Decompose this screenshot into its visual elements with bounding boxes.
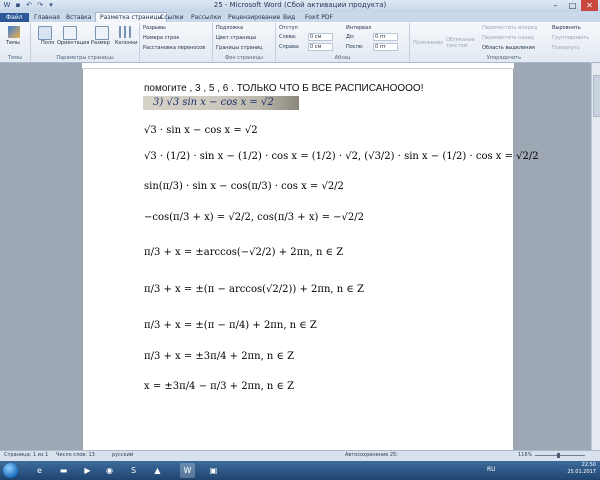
autosave-status: Автосохранение 25: <box>345 452 398 458</box>
rotate-button[interactable]: Повернуть <box>552 45 580 51</box>
tab-mailings[interactable]: Рассылки <box>191 13 221 22</box>
ribbon-tabs: Файл Главная Вставка Разметка страницы С… <box>0 12 600 23</box>
equation-line: √3 · sin x − cos x = √2 <box>144 125 258 136</box>
question-text: помогите , 3 , 5 , 6 . ТОЛЬКО ЧТО Б ВСЕ … <box>144 83 424 94</box>
hyphenation-button[interactable]: Расстановка переносов <box>143 45 205 51</box>
handwritten-photo: 3) √3 sin x − cos x = √2 <box>143 96 299 110</box>
vertical-scrollbar[interactable] <box>591 63 600 450</box>
taskbar: e ▬ ▶ ◉ S ▲ W ▣ RU 22:50 25.01.2017 <box>0 461 600 480</box>
language-indicator[interactable]: русский <box>112 452 133 458</box>
equation-line: −cos(π/3 + x) = √2/2, cos(π/3 + x) = −√2… <box>144 212 364 223</box>
columns-button[interactable]: Колонки <box>115 40 137 46</box>
orientation-button[interactable]: Ориентация <box>57 40 89 46</box>
background-group: Подложка Цвет страницы Границы страниц Ф… <box>213 23 276 61</box>
media-player-icon[interactable]: ▶ <box>80 463 95 478</box>
ribbon: Темы Темы Поля Ориентация Размер Колонки… <box>0 22 600 63</box>
indent-right-input[interactable]: 0 см <box>308 43 333 51</box>
tab-insert[interactable]: Вставка <box>66 13 91 22</box>
indent-left-input[interactable]: 0 см <box>308 33 333 41</box>
page-setup-group-2: Разрывы Номера строк Расстановка перенос… <box>140 23 213 61</box>
equation-line: x = ±3π/4 − π/3 + 2πn, n ∈ Z <box>144 381 295 392</box>
start-button[interactable] <box>3 463 18 478</box>
spacing-before-label: До: <box>346 34 355 40</box>
clock-time: 22:50 <box>581 462 596 468</box>
chrome-icon[interactable]: ◉ <box>102 463 117 478</box>
equation-line: √3 · (1/2) · sin x − (1/2) · cos x = (1/… <box>144 151 539 162</box>
spacing-after-label: После: <box>346 44 364 50</box>
skype-icon[interactable]: S <box>126 463 141 478</box>
group-label-themes: Темы <box>8 55 22 61</box>
group-label-page-setup: Параметры страницы <box>56 55 114 61</box>
close-button[interactable]: ✕ <box>581 0 598 11</box>
tab-references[interactable]: Ссылки <box>160 13 184 22</box>
page-borders-button[interactable]: Границы страниц <box>216 45 263 51</box>
spacing-label: Интервал <box>346 25 372 31</box>
keyboard-language[interactable]: RU <box>487 466 496 473</box>
document-area: помогите , 3 , 5 , 6 . ТОЛЬКО ЧТО Б ВСЕ … <box>0 63 592 450</box>
app2-icon[interactable]: ▣ <box>206 463 221 478</box>
tab-view[interactable]: Вид <box>283 13 295 22</box>
themes-button[interactable]: Темы <box>6 40 20 46</box>
page-count[interactable]: Страница: 1 из 1 <box>4 452 48 458</box>
margins-button[interactable]: Поля <box>41 40 54 46</box>
breaks-button[interactable]: Разрывы <box>143 25 166 31</box>
window-title: 25 - Microsoft Word (Сбой активации прод… <box>213 1 387 9</box>
equation-line: sin(π/3) · sin x − cos(π/3) · cos x = √2… <box>144 181 344 192</box>
ie-icon[interactable]: e <box>32 463 47 478</box>
minimize-button[interactable]: – <box>547 0 564 11</box>
zoom-level[interactable]: 116% <box>518 452 532 458</box>
maximize-button[interactable]: □ <box>564 0 581 11</box>
spacing-after-input[interactable]: 0 пт <box>373 43 398 51</box>
tab-file[interactable]: Файл <box>0 13 29 22</box>
zoom-slider[interactable] <box>535 455 585 456</box>
wrap-text-button[interactable]: Обтекание текстом <box>446 37 476 49</box>
word-taskbar-icon[interactable]: W <box>180 463 195 478</box>
app-icon[interactable]: ▲ <box>150 463 165 478</box>
tab-foxit[interactable]: Foxit PDF <box>305 13 333 22</box>
folder-icon[interactable]: ▬ <box>56 463 71 478</box>
equation-line: π/3 + x = ±3π/4 + 2πn, n ∈ Z <box>144 351 295 362</box>
margins-icon[interactable] <box>38 26 52 40</box>
tab-review[interactable]: Рецензирование <box>228 13 280 22</box>
themes-group: Темы Темы <box>0 23 31 61</box>
equation-line: π/3 + x = ±(π − π/4) + 2πn, n ∈ Z <box>144 320 317 331</box>
equation-line: π/3 + x = ±arccos(−√2/2) + 2πn, n ∈ Z <box>144 247 344 258</box>
align-button[interactable]: Выровнять <box>552 25 581 31</box>
word-count[interactable]: Число слов: 13 <box>56 452 95 458</box>
arrange-group: Положение Обтекание текстом Переместить … <box>410 23 598 61</box>
group-label-background: Фон страницы <box>225 55 263 61</box>
tab-home[interactable]: Главная <box>34 13 60 22</box>
clock[interactable]: 22:50 25.01.2017 <box>567 462 596 476</box>
size-icon[interactable] <box>95 26 109 40</box>
scrollbar-thumb[interactable] <box>593 75 600 117</box>
page-color-button[interactable]: Цвет страницы <box>216 35 256 41</box>
zoom-slider-knob[interactable] <box>557 453 560 458</box>
document-page[interactable]: помогите , 3 , 5 , 6 . ТОЛЬКО ЧТО Б ВСЕ … <box>83 69 539 450</box>
group-label-arrange: Упорядочить <box>486 55 522 61</box>
status-bar: Страница: 1 из 1 Число слов: 13 русский … <box>0 450 600 461</box>
indent-right-label: Справа: <box>279 44 300 50</box>
size-button[interactable]: Размер <box>91 40 110 46</box>
themes-icon[interactable] <box>8 26 20 38</box>
page-setup-group: Поля Ориентация Размер Колонки Параметры… <box>31 23 140 61</box>
title-bar: W ▪ ↶ ↷ ▾ 25 - Microsoft Word (Сбой акти… <box>0 0 600 12</box>
bring-forward-button[interactable]: Переместить вперед <box>482 25 537 31</box>
spacing-before-input[interactable]: 0 пт <box>373 33 398 41</box>
orientation-icon[interactable] <box>63 26 77 40</box>
paragraph-group: Отступ Слева: 0 см Справа: 0 см Интервал… <box>276 23 410 61</box>
clock-date: 25.01.2017 <box>567 469 596 475</box>
position-button[interactable]: Положение <box>413 40 443 46</box>
line-numbers-button[interactable]: Номера строк <box>143 35 179 41</box>
watermark-button[interactable]: Подложка <box>216 25 243 31</box>
indent-label: Отступ <box>279 25 298 31</box>
equation-line: π/3 + x = ±(π − arccos(√2/2)) + 2πn, n ∈… <box>144 284 364 295</box>
selection-pane-button[interactable]: Область выделения <box>482 45 535 51</box>
send-backward-button[interactable]: Переместить назад <box>482 35 534 41</box>
group-label-paragraph: Абзац <box>334 55 351 61</box>
group-objects-button[interactable]: Группировать <box>552 35 589 41</box>
indent-left-label: Слева: <box>279 34 297 40</box>
photo-handwriting: 3) √3 sin x − cos x = √2 <box>153 97 274 108</box>
columns-icon[interactable] <box>119 26 131 38</box>
